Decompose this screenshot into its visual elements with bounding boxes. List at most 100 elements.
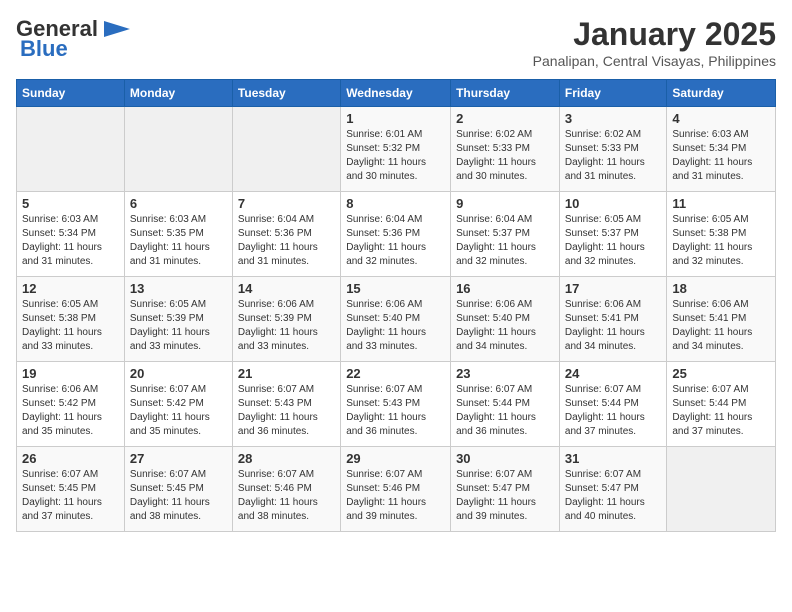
calendar-cell bbox=[17, 107, 125, 192]
calendar-cell: 28 Sunrise: 6:07 AM Sunset: 5:46 PM Dayli… bbox=[232, 447, 340, 532]
day-number: 2 bbox=[456, 111, 554, 126]
title-block: January 2025 Panalipan, Central Visayas,… bbox=[533, 16, 776, 69]
day-info: Sunrise: 6:05 AM Sunset: 5:38 PM Dayligh… bbox=[672, 213, 770, 269]
day-info: Sunrise: 6:07 AM Sunset: 5:47 PM Dayligh… bbox=[456, 468, 554, 524]
day-number: 24 bbox=[565, 366, 661, 381]
day-info: Sunrise: 6:06 AM Sunset: 5:40 PM Dayligh… bbox=[456, 298, 554, 354]
day-number: 7 bbox=[238, 196, 335, 211]
calendar-cell: 15Sunrise: 6:06 AM Sunset: 5:40 PM Dayli… bbox=[341, 277, 451, 362]
calendar-cell: 2 Sunrise: 6:02 AM Sunset: 5:33 PM Daylig… bbox=[451, 107, 560, 192]
calendar-week-row: 5 Sunrise: 6:03 AM Sunset: 5:34 PM Daylig… bbox=[17, 192, 776, 277]
location: Panalipan, Central Visayas, Philippines bbox=[533, 53, 776, 69]
day-info: Sunrise: 6:03 AM Sunset: 5:35 PM Dayligh… bbox=[130, 213, 227, 269]
day-info: Sunrise: 6:07 AM Sunset: 5:45 PM Dayligh… bbox=[22, 468, 119, 524]
weekday-header: Thursday bbox=[451, 80, 560, 107]
calendar-cell: 16 Sunrise: 6:06 AM Sunset: 5:40 PM Dayli… bbox=[451, 277, 560, 362]
day-number: 12 bbox=[22, 281, 119, 296]
day-number: 27 bbox=[130, 451, 227, 466]
calendar-cell: 25 Sunrise: 6:07 AM Sunset: 5:44 PM Dayli… bbox=[667, 362, 776, 447]
day-number: 14 bbox=[238, 281, 335, 296]
calendar-cell: 1Sunrise: 6:01 AM Sunset: 5:32 PM Daylig… bbox=[341, 107, 451, 192]
calendar-cell: 11 Sunrise: 6:05 AM Sunset: 5:38 PM Dayli… bbox=[667, 192, 776, 277]
calendar-cell: 31Sunrise: 6:07 AM Sunset: 5:47 PM Dayli… bbox=[559, 447, 666, 532]
weekday-header: Wednesday bbox=[341, 80, 451, 107]
calendar-cell bbox=[667, 447, 776, 532]
calendar-cell: 8Sunrise: 6:04 AM Sunset: 5:36 PM Daylig… bbox=[341, 192, 451, 277]
day-number: 23 bbox=[456, 366, 554, 381]
day-info: Sunrise: 6:03 AM Sunset: 5:34 PM Dayligh… bbox=[672, 128, 770, 184]
day-number: 8 bbox=[346, 196, 445, 211]
day-number: 16 bbox=[456, 281, 554, 296]
day-info: Sunrise: 6:07 AM Sunset: 5:45 PM Dayligh… bbox=[130, 468, 227, 524]
calendar-cell: 3 Sunrise: 6:02 AM Sunset: 5:33 PM Daylig… bbox=[559, 107, 666, 192]
calendar-cell: 17 Sunrise: 6:06 AM Sunset: 5:41 PM Dayli… bbox=[559, 277, 666, 362]
calendar-week-row: 19Sunrise: 6:06 AM Sunset: 5:42 PM Dayli… bbox=[17, 362, 776, 447]
calendar-cell: 6 Sunrise: 6:03 AM Sunset: 5:35 PM Daylig… bbox=[124, 192, 232, 277]
calendar-cell: 7 Sunrise: 6:04 AM Sunset: 5:36 PM Daylig… bbox=[232, 192, 340, 277]
day-info: Sunrise: 6:07 AM Sunset: 5:46 PM Dayligh… bbox=[238, 468, 335, 524]
day-info: Sunrise: 6:07 AM Sunset: 5:44 PM Dayligh… bbox=[565, 383, 661, 439]
day-info: Sunrise: 6:04 AM Sunset: 5:36 PM Dayligh… bbox=[238, 213, 335, 269]
calendar-cell: 10 Sunrise: 6:05 AM Sunset: 5:37 PM Dayli… bbox=[559, 192, 666, 277]
day-number: 28 bbox=[238, 451, 335, 466]
day-number: 6 bbox=[130, 196, 227, 211]
month-title: January 2025 bbox=[533, 16, 776, 53]
weekday-header: Sunday bbox=[17, 80, 125, 107]
day-number: 29 bbox=[346, 451, 445, 466]
calendar-cell: 12 Sunrise: 6:05 AM Sunset: 5:38 PM Dayli… bbox=[17, 277, 125, 362]
calendar-cell: 21 Sunrise: 6:07 AM Sunset: 5:43 PM Dayli… bbox=[232, 362, 340, 447]
day-info: Sunrise: 6:06 AM Sunset: 5:39 PM Dayligh… bbox=[238, 298, 335, 354]
calendar-week-row: 26 Sunrise: 6:07 AM Sunset: 5:45 PM Dayli… bbox=[17, 447, 776, 532]
day-info: Sunrise: 6:07 AM Sunset: 5:44 PM Dayligh… bbox=[672, 383, 770, 439]
weekday-row: SundayMondayTuesdayWednesdayThursdayFrid… bbox=[17, 80, 776, 107]
day-number: 3 bbox=[565, 111, 661, 126]
logo: General Blue bbox=[16, 16, 132, 62]
day-info: Sunrise: 6:04 AM Sunset: 5:37 PM Dayligh… bbox=[456, 213, 554, 269]
day-info: Sunrise: 6:05 AM Sunset: 5:37 PM Dayligh… bbox=[565, 213, 661, 269]
calendar-cell: 22Sunrise: 6:07 AM Sunset: 5:43 PM Dayli… bbox=[341, 362, 451, 447]
day-number: 5 bbox=[22, 196, 119, 211]
calendar-cell: 20Sunrise: 6:07 AM Sunset: 5:42 PM Dayli… bbox=[124, 362, 232, 447]
day-info: Sunrise: 6:05 AM Sunset: 5:38 PM Dayligh… bbox=[22, 298, 119, 354]
calendar-cell: 23 Sunrise: 6:07 AM Sunset: 5:44 PM Dayli… bbox=[451, 362, 560, 447]
day-number: 11 bbox=[672, 196, 770, 211]
day-info: Sunrise: 6:07 AM Sunset: 5:42 PM Dayligh… bbox=[130, 383, 227, 439]
day-info: Sunrise: 6:07 AM Sunset: 5:43 PM Dayligh… bbox=[238, 383, 335, 439]
day-info: Sunrise: 6:06 AM Sunset: 5:41 PM Dayligh… bbox=[565, 298, 661, 354]
calendar-cell: 13Sunrise: 6:05 AM Sunset: 5:39 PM Dayli… bbox=[124, 277, 232, 362]
day-info: Sunrise: 6:06 AM Sunset: 5:41 PM Dayligh… bbox=[672, 298, 770, 354]
weekday-header: Monday bbox=[124, 80, 232, 107]
calendar-cell: 9Sunrise: 6:04 AM Sunset: 5:37 PM Daylig… bbox=[451, 192, 560, 277]
day-number: 21 bbox=[238, 366, 335, 381]
calendar-cell: 27 Sunrise: 6:07 AM Sunset: 5:45 PM Dayli… bbox=[124, 447, 232, 532]
calendar-cell: 4 Sunrise: 6:03 AM Sunset: 5:34 PM Daylig… bbox=[667, 107, 776, 192]
day-number: 31 bbox=[565, 451, 661, 466]
calendar-cell: 5 Sunrise: 6:03 AM Sunset: 5:34 PM Daylig… bbox=[17, 192, 125, 277]
day-number: 19 bbox=[22, 366, 119, 381]
calendar-cell: 18Sunrise: 6:06 AM Sunset: 5:41 PM Dayli… bbox=[667, 277, 776, 362]
day-info: Sunrise: 6:07 AM Sunset: 5:43 PM Dayligh… bbox=[346, 383, 445, 439]
weekday-header: Saturday bbox=[667, 80, 776, 107]
calendar-cell: 29 Sunrise: 6:07 AM Sunset: 5:46 PM Dayli… bbox=[341, 447, 451, 532]
calendar-body: 1Sunrise: 6:01 AM Sunset: 5:32 PM Daylig… bbox=[17, 107, 776, 532]
calendar-week-row: 1Sunrise: 6:01 AM Sunset: 5:32 PM Daylig… bbox=[17, 107, 776, 192]
calendar-cell: 26 Sunrise: 6:07 AM Sunset: 5:45 PM Dayli… bbox=[17, 447, 125, 532]
page-header: General Blue January 2025 Panalipan, Cen… bbox=[16, 16, 776, 69]
day-info: Sunrise: 6:03 AM Sunset: 5:34 PM Dayligh… bbox=[22, 213, 119, 269]
day-number: 15 bbox=[346, 281, 445, 296]
day-number: 25 bbox=[672, 366, 770, 381]
calendar-cell: 14 Sunrise: 6:06 AM Sunset: 5:39 PM Dayli… bbox=[232, 277, 340, 362]
day-info: Sunrise: 6:07 AM Sunset: 5:46 PM Dayligh… bbox=[346, 468, 445, 524]
day-info: Sunrise: 6:07 AM Sunset: 5:44 PM Dayligh… bbox=[456, 383, 554, 439]
day-info: Sunrise: 6:02 AM Sunset: 5:33 PM Dayligh… bbox=[565, 128, 661, 184]
logo-flag-icon bbox=[102, 19, 132, 39]
calendar-cell: 24 Sunrise: 6:07 AM Sunset: 5:44 PM Dayli… bbox=[559, 362, 666, 447]
calendar-cell bbox=[124, 107, 232, 192]
day-info: Sunrise: 6:02 AM Sunset: 5:33 PM Dayligh… bbox=[456, 128, 554, 184]
weekday-header: Tuesday bbox=[232, 80, 340, 107]
day-number: 4 bbox=[672, 111, 770, 126]
day-number: 10 bbox=[565, 196, 661, 211]
day-info: Sunrise: 6:01 AM Sunset: 5:32 PM Dayligh… bbox=[346, 128, 445, 184]
day-number: 26 bbox=[22, 451, 119, 466]
day-number: 17 bbox=[565, 281, 661, 296]
